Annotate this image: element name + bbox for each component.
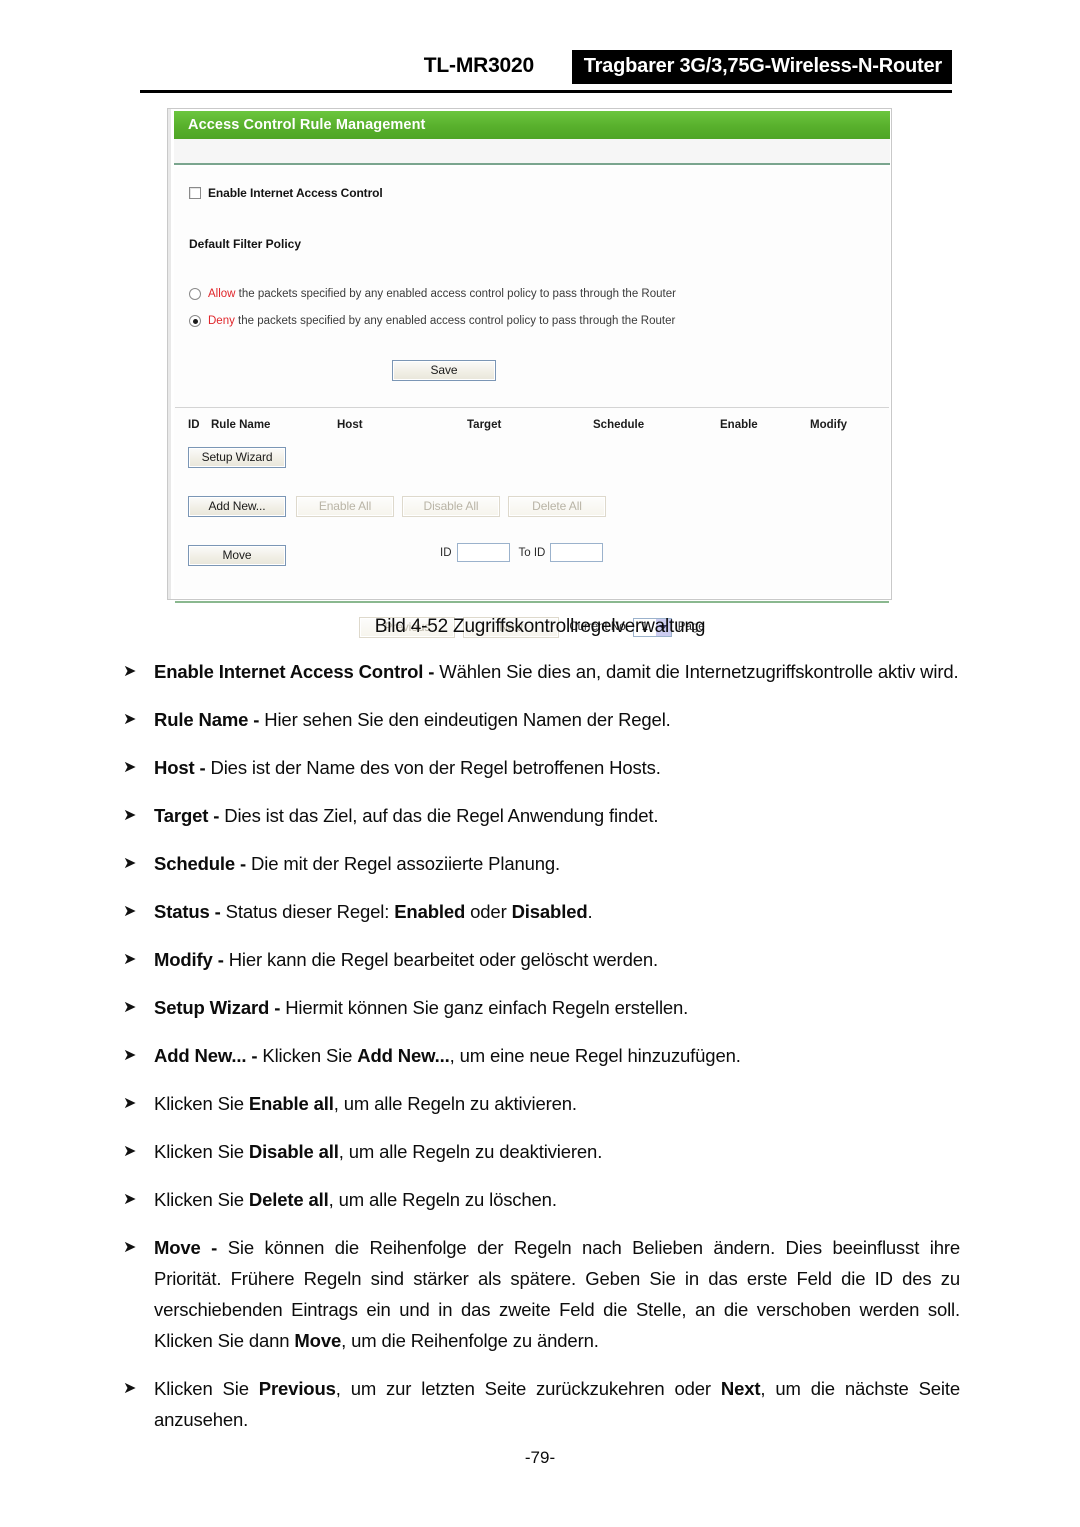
list-item-text: Target - Dies ist das Ziel, auf das die … (154, 805, 659, 826)
enable-all-button[interactable]: Enable All (296, 496, 394, 517)
move-id-label: ID (440, 546, 452, 559)
enable-internet-access-control-checkbox[interactable] (189, 187, 201, 199)
panel-subbar (174, 139, 890, 165)
bullet-arrow-icon: ➤ (123, 1143, 137, 1160)
router-model-name: TL-MR3020 (423, 54, 534, 77)
column-header-enable: Enable (720, 419, 758, 431)
bullet-arrow-icon: ➤ (123, 951, 137, 968)
default-filter-policy-heading: Default Filter Policy (189, 237, 302, 251)
policy-allow-text: Allow the packets specified by any enabl… (208, 288, 676, 300)
panel-body: Enable Internet Access Control Default F… (174, 167, 890, 638)
list-item-text: Add New... - Klicken Sie Add New..., um … (154, 1045, 741, 1066)
section-divider (175, 407, 889, 408)
list-item: ➤ Klicken Sie Enable all, um alle Regeln … (120, 1088, 960, 1119)
move-to-id-label: To ID (518, 546, 546, 559)
column-header-id: ID (188, 419, 200, 431)
policy-deny-radio[interactable] (189, 315, 201, 327)
column-header-rule-name: Rule Name (211, 419, 271, 431)
bullet-arrow-icon: ➤ (123, 999, 137, 1016)
panel-title: Access Control Rule Management (174, 111, 890, 139)
policy-deny-text: Deny the packets specified by any enable… (208, 315, 675, 327)
move-id-input[interactable] (456, 543, 510, 562)
list-item-text: Enable Internet Access Control - Wählen … (154, 661, 959, 682)
policy-deny-keyword: Deny (208, 315, 235, 327)
policy-option-deny[interactable]: Deny the packets specified by any enable… (189, 315, 675, 327)
bullet-arrow-icon: ➤ (123, 759, 137, 776)
description-list: ➤ Enable Internet Access Control - Wählen… (120, 656, 960, 1452)
list-item-text: Rule Name - Hier sehen Sie den eindeutig… (154, 709, 671, 730)
list-item: ➤ Klicken Sie Disable all, um alle Regeln… (120, 1136, 960, 1167)
enable-internet-access-control-label: Enable Internet Access Control (208, 186, 383, 200)
list-item: ➤ Target - Dies ist das Ziel, auf das die… (120, 800, 960, 831)
bullet-arrow-icon: ➤ (123, 1239, 137, 1256)
column-header-modify: Modify (810, 419, 848, 431)
bullet-arrow-icon: ➤ (123, 903, 137, 920)
move-id-fields: ID To ID (440, 543, 604, 562)
list-item-text: Modify - Hier kann die Regel bearbeitet … (154, 949, 658, 970)
list-item: ➤ Rule Name - Hier sehen Sie den eindeuti… (120, 704, 960, 735)
list-item-text: Klicken Sie Delete all, um alle Regeln z… (154, 1189, 557, 1210)
column-header-host: Host (337, 419, 363, 431)
list-item-text: Klicken Sie Enable all, um alle Regeln z… (154, 1093, 577, 1114)
move-to-id-input[interactable] (550, 543, 604, 562)
policy-allow-description: the packets specified by any enabled acc… (235, 288, 676, 300)
setup-wizard-button[interactable]: Setup Wizard (188, 447, 286, 468)
list-item-text: Schedule - Die mit der Regel assoziierte… (154, 853, 561, 874)
list-item-text: Klicken Sie Disable all, um alle Regeln … (154, 1141, 603, 1162)
list-item-text: Host - Dies ist der Name des von der Reg… (154, 757, 661, 778)
bullet-arrow-icon: ➤ (123, 855, 137, 872)
list-item-text: Status - Status dieser Regel: Enabled od… (154, 901, 593, 922)
policy-option-allow[interactable]: Allow the packets specified by any enabl… (189, 288, 676, 300)
router-ui-frame: Access Control Rule Management Enable In… (168, 109, 891, 638)
list-item: ➤ Move - Sie können die Reihenfolge der R… (120, 1232, 960, 1356)
list-item: ➤ Klicken Sie Delete all, um alle Regeln … (120, 1184, 960, 1215)
list-item-text: Setup Wizard - Hiermit können Sie ganz e… (154, 997, 689, 1018)
rules-table-header: ID Rule Name Host Target Schedule Enable… (174, 419, 890, 435)
policy-allow-keyword: Allow (208, 288, 236, 300)
bullet-arrow-icon: ➤ (123, 1380, 137, 1397)
list-item: ➤ Enable Internet Access Control - Wählen… (120, 656, 960, 687)
list-item-text: Klicken Sie Previous, um zur letzten Sei… (154, 1378, 961, 1430)
column-header-schedule: Schedule (593, 419, 645, 431)
figure-caption: Bild 4-52 Zugriffskontrollregelverwaltun… (374, 616, 706, 637)
list-item-text: Move - Sie können die Reihenfolge der Re… (154, 1237, 960, 1351)
list-item: ➤ Schedule - Die mit der Regel assoziiert… (120, 848, 960, 879)
bullet-arrow-icon: ➤ (123, 1095, 137, 1112)
move-button[interactable]: Move (188, 545, 286, 566)
list-item: ➤ Klicken Sie Previous, um zur letzten Se… (120, 1373, 960, 1435)
header-rule-line (140, 90, 952, 93)
enable-internet-access-control-row[interactable]: Enable Internet Access Control (189, 186, 383, 200)
disable-all-button[interactable]: Disable All (402, 496, 500, 517)
document-header: TL-MR3020 Tragbarer 3G/3,75G-Wireless-N-… (140, 50, 952, 96)
list-item: ➤ Add New... - Klicken Sie Add New..., um… (120, 1040, 960, 1071)
list-item: ➤ Status - Status dieser Regel: Enabled o… (120, 896, 960, 927)
list-item: ➤ Modify - Hier kann die Regel bearbeitet… (120, 944, 960, 975)
bullet-arrow-icon: ➤ (123, 1191, 137, 1208)
page-number: -79- (524, 1448, 556, 1467)
policy-allow-radio[interactable] (189, 288, 201, 300)
bullet-arrow-icon: ➤ (123, 663, 137, 680)
bullet-arrow-icon: ➤ (123, 1047, 137, 1064)
delete-all-button[interactable]: Delete All (508, 496, 606, 517)
list-item: ➤ Host - Dies ist der Name des von der Re… (120, 752, 960, 783)
bullet-arrow-icon: ➤ (123, 711, 137, 728)
product-name-tag: Tragbarer 3G/3,75G-Wireless-N-Router (571, 50, 952, 84)
column-header-target: Target (467, 419, 502, 431)
router-ui-screenshot: Access Control Rule Management Enable In… (167, 108, 892, 638)
bullet-arrow-icon: ➤ (123, 807, 137, 824)
pagination-divider (175, 601, 889, 603)
save-button[interactable]: Save (392, 360, 496, 381)
list-item: ➤ Setup Wizard - Hiermit können Sie ganz … (120, 992, 960, 1023)
add-new-button[interactable]: Add New... (188, 496, 286, 517)
policy-deny-description: the packets specified by any enabled acc… (234, 315, 676, 327)
